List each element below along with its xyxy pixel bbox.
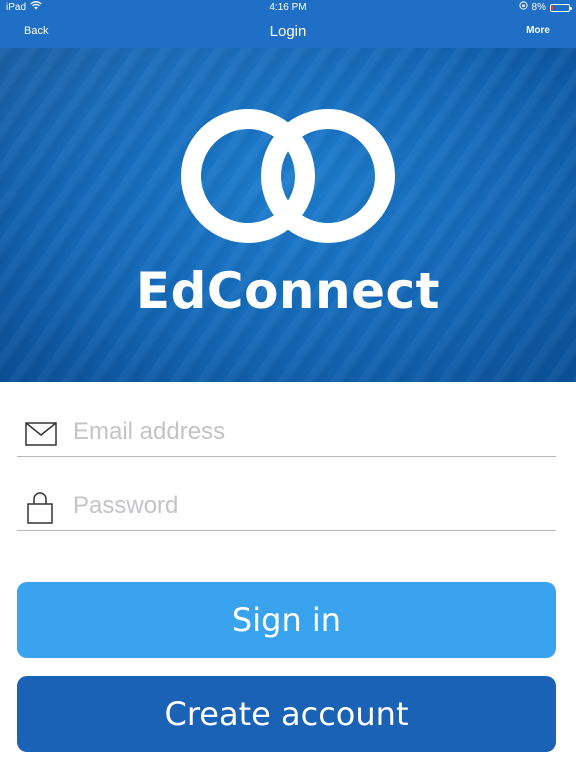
status-bar: iPad 4:16 PM 8%	[0, 0, 576, 16]
page-title: Login	[269, 23, 307, 40]
orientation-lock-icon	[518, 0, 528, 16]
battery-icon	[550, 4, 572, 12]
lock-icon	[25, 491, 55, 530]
more-button[interactable]: More	[526, 25, 550, 36]
envelope-icon	[25, 422, 57, 451]
email-input[interactable]	[73, 414, 543, 450]
top-bar: iPad 4:16 PM 8% Back Login More	[0, 0, 576, 48]
navigation-bar: Back Login More	[0, 16, 576, 48]
brand-name: EdConnect	[135, 262, 441, 320]
status-right: 8%	[518, 0, 572, 16]
hero-banner: EdConnect	[0, 48, 576, 382]
battery-percent: 8%	[531, 2, 546, 13]
create-account-button[interactable]: Create account	[17, 676, 556, 752]
edconnect-logo-icon	[181, 109, 395, 243]
password-field-row	[17, 486, 556, 531]
sign-in-button[interactable]: Sign in	[17, 582, 556, 658]
password-input[interactable]	[73, 488, 543, 524]
status-time: 4:16 PM	[269, 2, 307, 13]
email-field-row	[17, 412, 556, 457]
